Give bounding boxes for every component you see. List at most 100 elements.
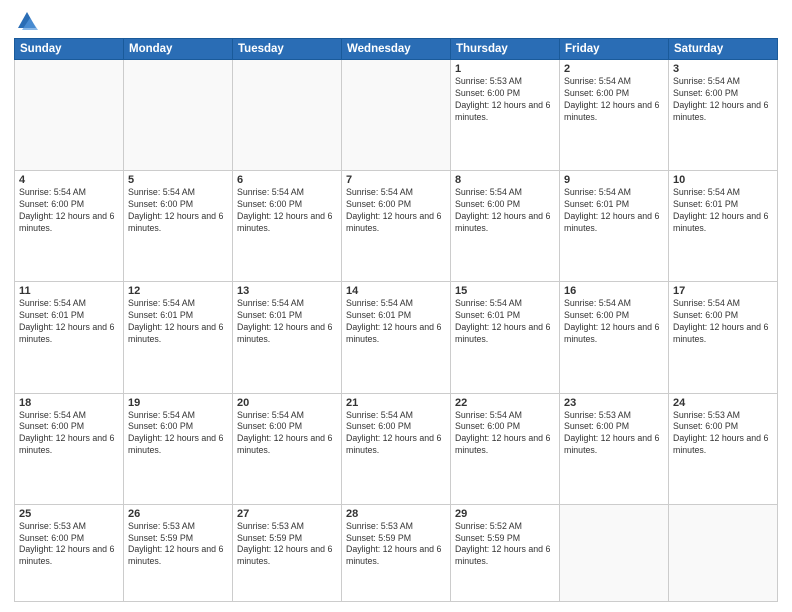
day-info: Sunrise: 5:53 AMSunset: 6:00 PMDaylight:… (673, 410, 773, 458)
day-info: Sunrise: 5:54 AMSunset: 6:00 PMDaylight:… (19, 410, 119, 458)
day-info: Sunrise: 5:54 AMSunset: 6:01 PMDaylight:… (237, 298, 337, 346)
day-info: Sunrise: 5:53 AMSunset: 6:00 PMDaylight:… (455, 76, 555, 124)
day-info: Sunrise: 5:54 AMSunset: 6:01 PMDaylight:… (346, 298, 446, 346)
day-number: 11 (19, 285, 119, 297)
calendar-day-cell: 16Sunrise: 5:54 AMSunset: 6:00 PMDayligh… (560, 282, 669, 393)
day-info: Sunrise: 5:53 AMSunset: 6:00 PMDaylight:… (564, 410, 664, 458)
calendar-day-cell: 23Sunrise: 5:53 AMSunset: 6:00 PMDayligh… (560, 393, 669, 504)
day-info: Sunrise: 5:53 AMSunset: 5:59 PMDaylight:… (128, 521, 228, 569)
day-number: 24 (673, 397, 773, 409)
day-number: 9 (564, 174, 664, 186)
day-info: Sunrise: 5:54 AMSunset: 6:01 PMDaylight:… (564, 187, 664, 235)
calendar-day-cell: 7Sunrise: 5:54 AMSunset: 6:00 PMDaylight… (342, 171, 451, 282)
calendar-week-row: 18Sunrise: 5:54 AMSunset: 6:00 PMDayligh… (15, 393, 778, 504)
calendar-day-cell: 8Sunrise: 5:54 AMSunset: 6:00 PMDaylight… (451, 171, 560, 282)
day-info: Sunrise: 5:54 AMSunset: 6:00 PMDaylight:… (128, 187, 228, 235)
calendar-day-cell: 24Sunrise: 5:53 AMSunset: 6:00 PMDayligh… (669, 393, 778, 504)
calendar-table: SundayMondayTuesdayWednesdayThursdayFrid… (14, 38, 778, 602)
day-info: Sunrise: 5:54 AMSunset: 6:00 PMDaylight:… (455, 187, 555, 235)
calendar-day-cell (233, 60, 342, 171)
day-number: 5 (128, 174, 228, 186)
header (14, 10, 778, 32)
calendar-day-cell: 21Sunrise: 5:54 AMSunset: 6:00 PMDayligh… (342, 393, 451, 504)
day-info: Sunrise: 5:54 AMSunset: 6:00 PMDaylight:… (455, 410, 555, 458)
calendar-day-cell (15, 60, 124, 171)
day-number: 6 (237, 174, 337, 186)
weekday-header-row: SundayMondayTuesdayWednesdayThursdayFrid… (15, 39, 778, 60)
day-number: 28 (346, 508, 446, 520)
calendar-day-cell: 27Sunrise: 5:53 AMSunset: 5:59 PMDayligh… (233, 504, 342, 601)
day-number: 2 (564, 63, 664, 75)
day-number: 3 (673, 63, 773, 75)
weekday-header-monday: Monday (124, 39, 233, 60)
calendar-day-cell: 26Sunrise: 5:53 AMSunset: 5:59 PMDayligh… (124, 504, 233, 601)
day-info: Sunrise: 5:54 AMSunset: 6:00 PMDaylight:… (564, 298, 664, 346)
day-number: 4 (19, 174, 119, 186)
day-info: Sunrise: 5:54 AMSunset: 6:01 PMDaylight:… (128, 298, 228, 346)
logo-icon (16, 10, 38, 32)
day-info: Sunrise: 5:54 AMSunset: 6:01 PMDaylight:… (673, 187, 773, 235)
calendar-day-cell: 19Sunrise: 5:54 AMSunset: 6:00 PMDayligh… (124, 393, 233, 504)
day-number: 16 (564, 285, 664, 297)
day-info: Sunrise: 5:54 AMSunset: 6:00 PMDaylight:… (237, 187, 337, 235)
day-number: 14 (346, 285, 446, 297)
logo (14, 10, 38, 32)
day-number: 18 (19, 397, 119, 409)
day-info: Sunrise: 5:53 AMSunset: 6:00 PMDaylight:… (19, 521, 119, 569)
day-number: 19 (128, 397, 228, 409)
calendar-week-row: 11Sunrise: 5:54 AMSunset: 6:01 PMDayligh… (15, 282, 778, 393)
day-info: Sunrise: 5:54 AMSunset: 6:00 PMDaylight:… (673, 76, 773, 124)
day-number: 1 (455, 63, 555, 75)
day-info: Sunrise: 5:54 AMSunset: 6:00 PMDaylight:… (19, 187, 119, 235)
day-info: Sunrise: 5:54 AMSunset: 6:00 PMDaylight:… (346, 187, 446, 235)
weekday-header-sunday: Sunday (15, 39, 124, 60)
day-number: 13 (237, 285, 337, 297)
weekday-header-thursday: Thursday (451, 39, 560, 60)
calendar-day-cell: 5Sunrise: 5:54 AMSunset: 6:00 PMDaylight… (124, 171, 233, 282)
calendar-day-cell (342, 60, 451, 171)
day-info: Sunrise: 5:53 AMSunset: 5:59 PMDaylight:… (237, 521, 337, 569)
calendar-day-cell: 11Sunrise: 5:54 AMSunset: 6:01 PMDayligh… (15, 282, 124, 393)
day-number: 29 (455, 508, 555, 520)
day-number: 23 (564, 397, 664, 409)
calendar-day-cell: 4Sunrise: 5:54 AMSunset: 6:00 PMDaylight… (15, 171, 124, 282)
day-number: 27 (237, 508, 337, 520)
day-number: 25 (19, 508, 119, 520)
day-info: Sunrise: 5:53 AMSunset: 5:59 PMDaylight:… (346, 521, 446, 569)
day-number: 7 (346, 174, 446, 186)
calendar-day-cell: 28Sunrise: 5:53 AMSunset: 5:59 PMDayligh… (342, 504, 451, 601)
calendar-day-cell: 17Sunrise: 5:54 AMSunset: 6:00 PMDayligh… (669, 282, 778, 393)
day-info: Sunrise: 5:52 AMSunset: 5:59 PMDaylight:… (455, 521, 555, 569)
logo-text (14, 10, 38, 32)
weekday-header-friday: Friday (560, 39, 669, 60)
calendar-day-cell: 12Sunrise: 5:54 AMSunset: 6:01 PMDayligh… (124, 282, 233, 393)
calendar-day-cell: 20Sunrise: 5:54 AMSunset: 6:00 PMDayligh… (233, 393, 342, 504)
calendar-day-cell (124, 60, 233, 171)
day-info: Sunrise: 5:54 AMSunset: 6:00 PMDaylight:… (128, 410, 228, 458)
day-number: 26 (128, 508, 228, 520)
calendar-week-row: 4Sunrise: 5:54 AMSunset: 6:00 PMDaylight… (15, 171, 778, 282)
calendar-day-cell (560, 504, 669, 601)
calendar-day-cell: 13Sunrise: 5:54 AMSunset: 6:01 PMDayligh… (233, 282, 342, 393)
calendar-day-cell (669, 504, 778, 601)
day-info: Sunrise: 5:54 AMSunset: 6:01 PMDaylight:… (455, 298, 555, 346)
calendar-week-row: 1Sunrise: 5:53 AMSunset: 6:00 PMDaylight… (15, 60, 778, 171)
calendar-day-cell: 18Sunrise: 5:54 AMSunset: 6:00 PMDayligh… (15, 393, 124, 504)
calendar-day-cell: 9Sunrise: 5:54 AMSunset: 6:01 PMDaylight… (560, 171, 669, 282)
day-number: 10 (673, 174, 773, 186)
day-info: Sunrise: 5:54 AMSunset: 6:00 PMDaylight:… (673, 298, 773, 346)
calendar-day-cell: 2Sunrise: 5:54 AMSunset: 6:00 PMDaylight… (560, 60, 669, 171)
calendar-day-cell: 22Sunrise: 5:54 AMSunset: 6:00 PMDayligh… (451, 393, 560, 504)
calendar-day-cell: 3Sunrise: 5:54 AMSunset: 6:00 PMDaylight… (669, 60, 778, 171)
day-info: Sunrise: 5:54 AMSunset: 6:01 PMDaylight:… (19, 298, 119, 346)
calendar-day-cell: 1Sunrise: 5:53 AMSunset: 6:00 PMDaylight… (451, 60, 560, 171)
calendar-day-cell: 25Sunrise: 5:53 AMSunset: 6:00 PMDayligh… (15, 504, 124, 601)
day-number: 15 (455, 285, 555, 297)
calendar-day-cell: 6Sunrise: 5:54 AMSunset: 6:00 PMDaylight… (233, 171, 342, 282)
calendar-day-cell: 15Sunrise: 5:54 AMSunset: 6:01 PMDayligh… (451, 282, 560, 393)
calendar-day-cell: 14Sunrise: 5:54 AMSunset: 6:01 PMDayligh… (342, 282, 451, 393)
weekday-header-tuesday: Tuesday (233, 39, 342, 60)
weekday-header-saturday: Saturday (669, 39, 778, 60)
day-number: 8 (455, 174, 555, 186)
page: SundayMondayTuesdayWednesdayThursdayFrid… (0, 0, 792, 612)
